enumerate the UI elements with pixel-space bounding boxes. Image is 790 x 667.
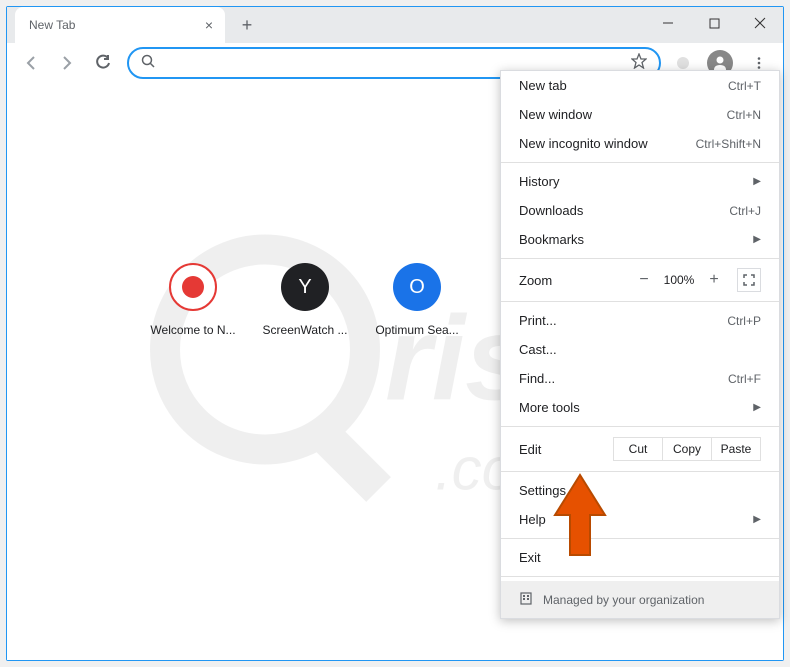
- shortcut-icon: O: [393, 263, 441, 311]
- shortcut-icon: [169, 263, 217, 311]
- fullscreen-button[interactable]: [737, 268, 761, 292]
- menu-shortcut: Ctrl+Shift+N: [696, 137, 761, 151]
- menu-print[interactable]: Print... Ctrl+P: [501, 306, 779, 335]
- menu-divider: [501, 162, 779, 163]
- menu-shortcut: Ctrl+N: [727, 108, 761, 122]
- menu-more-tools[interactable]: More tools ▶: [501, 393, 779, 422]
- search-icon: [141, 54, 155, 73]
- menu-find[interactable]: Find... Ctrl+F: [501, 364, 779, 393]
- menu-cast[interactable]: Cast...: [501, 335, 779, 364]
- new-tab-button[interactable]: +: [233, 11, 261, 39]
- menu-zoom: Zoom − 100% +: [501, 263, 779, 297]
- menu-label: Help: [519, 512, 546, 527]
- menu-bookmarks[interactable]: Bookmarks ▶: [501, 225, 779, 254]
- shortcut-item[interactable]: Welcome to N...: [149, 263, 237, 337]
- cut-button[interactable]: Cut: [613, 437, 663, 461]
- building-icon: [519, 591, 533, 608]
- menu-new-window[interactable]: New window Ctrl+N: [501, 100, 779, 129]
- browser-tab[interactable]: New Tab ×: [15, 7, 225, 43]
- shortcut-label: Optimum Sea...: [373, 323, 461, 337]
- paste-button[interactable]: Paste: [711, 437, 761, 461]
- menu-managed-by-org[interactable]: Managed by your organization: [501, 581, 779, 618]
- menu-label: Print...: [519, 313, 557, 328]
- minimize-button[interactable]: [645, 7, 691, 39]
- shortcut-label: Welcome to N...: [149, 323, 237, 337]
- menu-label: Edit: [519, 442, 614, 457]
- menu-label: Bookmarks: [519, 232, 584, 247]
- menu-label: New incognito window: [519, 136, 648, 151]
- menu-shortcut: Ctrl+J: [729, 204, 761, 218]
- menu-divider: [501, 471, 779, 472]
- zoom-in-button[interactable]: +: [703, 269, 725, 291]
- menu-divider: [501, 301, 779, 302]
- menu-label: Find...: [519, 371, 555, 386]
- menu-label: Zoom: [519, 273, 621, 288]
- menu-divider: [501, 426, 779, 427]
- reload-button[interactable]: [87, 47, 119, 79]
- menu-history[interactable]: History ▶: [501, 167, 779, 196]
- menu-shortcut: Ctrl+F: [728, 372, 761, 386]
- menu-divider: [501, 538, 779, 539]
- menu-label: New tab: [519, 78, 567, 93]
- menu-label: Downloads: [519, 203, 583, 218]
- menu-label: Managed by your organization: [543, 593, 704, 607]
- main-menu: New tab Ctrl+T New window Ctrl+N New inc…: [500, 70, 780, 619]
- extension-indicator[interactable]: [677, 57, 689, 69]
- titlebar: New Tab × +: [7, 7, 783, 43]
- chevron-right-icon: ▶: [753, 402, 761, 413]
- menu-edit: Edit Cut Copy Paste: [501, 431, 779, 467]
- close-tab-icon[interactable]: ×: [205, 17, 213, 33]
- menu-label: Cast...: [519, 342, 557, 357]
- menu-incognito[interactable]: New incognito window Ctrl+Shift+N: [501, 129, 779, 158]
- menu-label: Exit: [519, 550, 541, 565]
- close-window-button[interactable]: [737, 7, 783, 39]
- zoom-controls: − 100% +: [633, 268, 761, 292]
- back-button[interactable]: [15, 47, 47, 79]
- chevron-right-icon: ▶: [753, 176, 761, 187]
- edit-buttons: Cut Copy Paste: [614, 437, 761, 461]
- window-controls: [645, 7, 783, 39]
- menu-divider: [501, 576, 779, 577]
- menu-label: History: [519, 174, 559, 189]
- menu-shortcut: Ctrl+P: [727, 314, 761, 328]
- chevron-right-icon: ▶: [753, 514, 761, 525]
- copy-button[interactable]: Copy: [662, 437, 712, 461]
- chevron-right-icon: ▶: [753, 234, 761, 245]
- forward-button[interactable]: [51, 47, 83, 79]
- shortcut-item[interactable]: O Optimum Sea...: [373, 263, 461, 337]
- menu-downloads[interactable]: Downloads Ctrl+J: [501, 196, 779, 225]
- menu-new-tab[interactable]: New tab Ctrl+T: [501, 71, 779, 100]
- menu-shortcut: Ctrl+T: [728, 79, 761, 93]
- menu-exit[interactable]: Exit: [501, 543, 779, 572]
- zoom-value: 100%: [661, 273, 697, 287]
- shortcut-label: ScreenWatch ...: [261, 323, 349, 337]
- menu-help[interactable]: Help ▶: [501, 505, 779, 534]
- annotation-cursor-arrow: [545, 470, 615, 565]
- shortcut-item[interactable]: Y ScreenWatch ...: [261, 263, 349, 337]
- menu-label: New window: [519, 107, 592, 122]
- tab-title: New Tab: [29, 18, 75, 32]
- menu-settings[interactable]: Settings: [501, 476, 779, 505]
- menu-divider: [501, 258, 779, 259]
- shortcut-icon: Y: [281, 263, 329, 311]
- maximize-button[interactable]: [691, 7, 737, 39]
- zoom-out-button[interactable]: −: [633, 269, 655, 291]
- menu-label: More tools: [519, 400, 580, 415]
